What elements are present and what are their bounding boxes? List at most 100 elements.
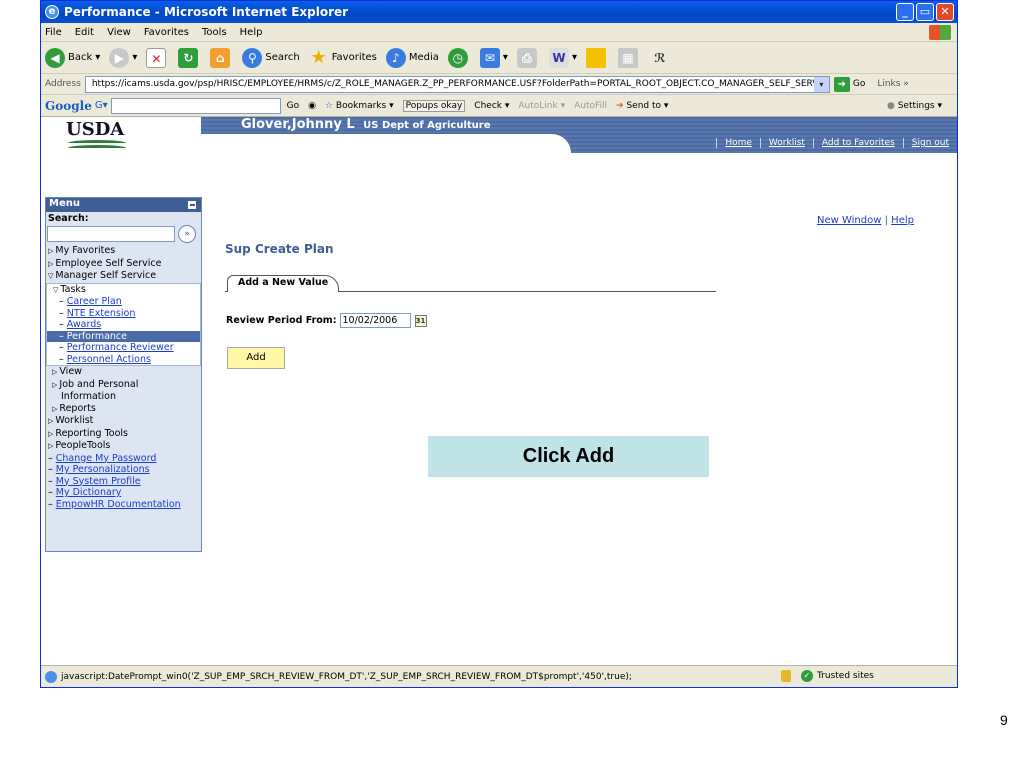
google-menu-icon[interactable]: G▾ [95, 100, 108, 111]
menu-tools[interactable]: Tools [202, 27, 227, 38]
sidebar-item-nte-extension[interactable]: – NTE Extension [47, 308, 200, 320]
review-period-input[interactable] [339, 313, 411, 328]
page-status-icon [45, 670, 57, 683]
back-button[interactable]: ◀ Back ▾ [45, 47, 100, 68]
sidebar-item-peopletools[interactable]: ▷ PeopleTools [46, 440, 201, 453]
add-to-favorites-link[interactable]: Add to Favorites [812, 138, 903, 148]
google-go-button[interactable]: Go [287, 101, 299, 111]
close-button[interactable]: ✕ [936, 3, 954, 21]
spellcheck-button[interactable]: Check ▾ [474, 101, 509, 111]
page-content: USDA Glover,Johnny L US Dept of Agricult… [41, 117, 957, 665]
stop-button[interactable]: ✕ [146, 47, 169, 68]
calendar-icon[interactable]: 31 [414, 314, 427, 327]
sidebar-item-job-and-personal[interactable]: ▷ Job and Personal [46, 379, 201, 392]
chevron-down-icon[interactable]: ▾ [813, 76, 829, 92]
media-icon: ♪ [385, 47, 406, 68]
media-button[interactable]: ♪ Media [385, 47, 439, 68]
sidebar-item-personnel-actions[interactable]: – Personnel Actions [47, 354, 200, 366]
autofill-button[interactable]: AutoFill [574, 101, 607, 111]
sidebar-item-empowhr-documentation[interactable]: – EmpowHR Documentation [46, 499, 201, 511]
google-toolbar: Google G▾ Go ◉ ☆ Bookmarks ▾ Popups okay… [41, 95, 957, 117]
toolbar: ◀ Back ▾ ▶ ▾ ✕ ↻ ⌂ ⚲ Search ★ Favorites … [41, 42, 957, 74]
window-title: Performance - Microsoft Internet Explore… [64, 5, 349, 19]
tab-add-new-value[interactable]: Add a New Value [227, 275, 340, 292]
sidebar-item-information[interactable]: Information [46, 391, 201, 403]
menu-search-go-button[interactable]: » [178, 225, 196, 243]
settings-icon: ● [886, 100, 895, 111]
sidebar-item-employee-self-service[interactable]: ▷ Employee Self Service [46, 258, 201, 271]
user-name-line: Glover,Johnny L US Dept of Agriculture [241, 117, 491, 132]
menu-view[interactable]: View [107, 27, 131, 38]
mail-button[interactable]: ✉ ▾ [479, 47, 508, 68]
new-window-link[interactable]: New Window [817, 215, 881, 226]
popups-button[interactable]: Popups okay [402, 99, 466, 112]
messenger-button[interactable]: ℛ [650, 48, 673, 68]
title-bar: e Performance - Microsoft Internet Explo… [41, 1, 957, 23]
links-button[interactable]: Links » [877, 79, 909, 89]
menu-help[interactable]: Help [240, 27, 263, 38]
sidebar-item-my-favorites[interactable]: ▷ My Favorites [46, 245, 201, 258]
sidebar-item-career-plan[interactable]: – Career Plan [47, 296, 200, 308]
refresh-button[interactable]: ↻ [178, 47, 201, 68]
add-button[interactable]: Add [227, 347, 285, 369]
history-button[interactable]: ◷ [447, 47, 471, 68]
home-button[interactable]: ⌂ [210, 47, 233, 68]
collapse-icon[interactable] [187, 200, 197, 210]
worklist-link[interactable]: Worklist [759, 138, 813, 148]
sidebar-item-performance-reviewer[interactable]: – Performance Reviewer [47, 342, 200, 354]
menu-edit[interactable]: Edit [75, 27, 94, 38]
bookmarks-button[interactable]: ☆ Bookmarks ▾ [325, 101, 394, 111]
google-logo: Google [45, 98, 92, 113]
page-title: Sup Create Plan [225, 242, 334, 256]
sign-out-link[interactable]: Sign out [902, 138, 957, 148]
edit-icon: W [548, 47, 569, 68]
sidebar-menu: Menu Search: » ▷ My Favorites ▷ Employee S… [45, 197, 202, 552]
minimize-button[interactable]: _ [896, 3, 914, 21]
sidebar-item-manager-self-service[interactable]: ▽ Manager Self Service [46, 270, 201, 283]
sidebar-item-my-system-profile[interactable]: – My System Profile [46, 476, 201, 488]
menu-search-input[interactable] [47, 226, 175, 242]
search-label: Search: [48, 213, 89, 224]
tab-strip: Add a New Value [225, 275, 716, 292]
sendto-button[interactable]: ➔ Send to ▾ [616, 101, 668, 111]
sidebar-item-tasks[interactable]: ▽ Tasks [47, 284, 200, 297]
home-icon: ⌂ [210, 47, 231, 68]
security-zone: ✓ Trusted sites [801, 670, 874, 682]
sidebar-item-reports[interactable]: ▷ Reports [46, 403, 201, 416]
sidebar-item-my-dictionary[interactable]: – My Dictionary [46, 487, 201, 499]
bookmark-star-icon: ☆ [324, 100, 334, 111]
maximize-button[interactable]: ▭ [916, 3, 934, 21]
url-input[interactable]: https://icams.usda.gov/psp/HRISC/EMPLOYE… [84, 75, 830, 93]
menu-bar: File Edit View Favorites Tools Help [41, 23, 957, 42]
print-icon: ⎙ [516, 47, 537, 68]
research-button[interactable]: ▦ [617, 47, 641, 68]
menu-header: Menu [46, 198, 201, 212]
print-button[interactable]: ⎙ [516, 47, 540, 68]
status-bar: javascript:DatePrompt_win0('Z_SUP_EMP_SR… [41, 665, 957, 687]
status-text: javascript:DatePrompt_win0('Z_SUP_EMP_SR… [61, 671, 632, 682]
menu-favorites[interactable]: Favorites [144, 27, 189, 38]
folder-button[interactable] [585, 47, 609, 68]
google-search-input[interactable] [110, 97, 281, 114]
instruction-callout: Click Add [428, 436, 709, 477]
home-link[interactable]: Home [716, 138, 760, 148]
sidebar-item-worklist[interactable]: ▷ Worklist [46, 415, 201, 428]
go-button[interactable]: ➜ Go [833, 76, 865, 92]
sidebar-item-awards[interactable]: – Awards [47, 319, 200, 331]
sidebar-item-performance[interactable]: – Performance [47, 330, 200, 342]
sidebar-item-reporting-tools[interactable]: ▷ Reporting Tools [46, 428, 201, 441]
search-button[interactable]: ⚲ Search [242, 47, 300, 68]
edit-button[interactable]: W ▾ [548, 47, 577, 68]
refresh-icon: ↻ [178, 47, 199, 68]
menu-file[interactable]: File [45, 27, 62, 38]
sidebar-item-my-personalizations[interactable]: – My Personalizations [46, 464, 201, 476]
sidebar-item-view[interactable]: ▷ View [46, 366, 201, 379]
check-icon: ✓ [801, 670, 813, 682]
help-link[interactable]: Help [891, 215, 914, 226]
favorites-button[interactable]: ★ Favorites [309, 47, 377, 68]
settings-button[interactable]: ● Settings ▾ [887, 101, 942, 111]
autolink-button[interactable]: AutoLink ▾ [518, 101, 565, 111]
sidebar-item-change-my-password[interactable]: – Change My Password [46, 453, 201, 465]
forward-button[interactable]: ▶ ▾ [109, 47, 137, 68]
pagerank-icon: ◉ [308, 100, 316, 111]
